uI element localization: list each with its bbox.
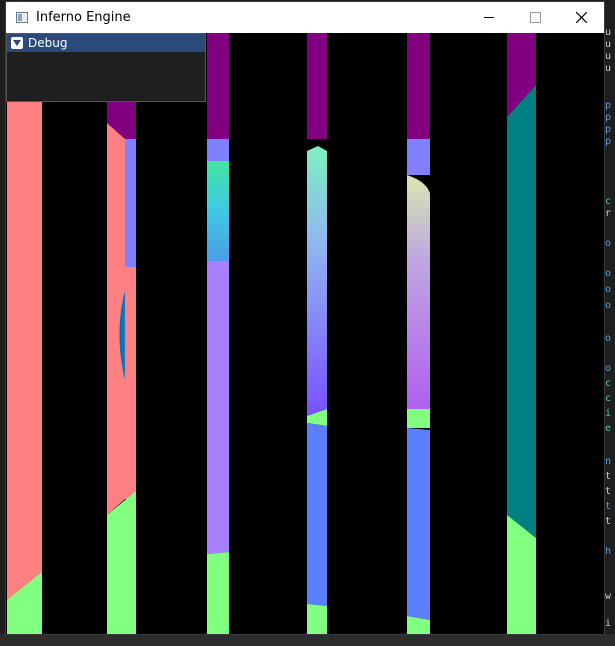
minimize-icon — [484, 17, 494, 18]
collapse-toggle[interactable] — [11, 37, 23, 49]
editor-fragment: p — [605, 100, 612, 111]
editor-fragment: w — [605, 591, 612, 602]
editor-fragment: p — [605, 124, 612, 135]
window-titlebar[interactable]: Inferno Engine — [6, 2, 604, 33]
editor-fragment: p — [605, 112, 612, 123]
minimize-button[interactable] — [466, 2, 512, 33]
engine-window: Inferno Engine Debug — [6, 2, 604, 634]
render-column-6 — [507, 33, 536, 634]
editor-fragment: i — [605, 618, 612, 629]
editor-fragment: o — [605, 268, 612, 279]
editor-fragment: p — [605, 136, 612, 147]
editor-fragment: c — [605, 378, 612, 389]
editor-fragment: c — [605, 393, 612, 404]
editor-fragment: c — [605, 196, 612, 207]
lavender-wall — [207, 261, 229, 554]
render-viewport[interactable]: Debug — [6, 33, 604, 634]
purple-ceiling — [307, 33, 327, 139]
editor-fragment: t — [605, 501, 612, 512]
debug-panel[interactable]: Debug — [6, 33, 206, 102]
editor-fragment: h — [605, 546, 612, 557]
maximize-button[interactable] — [512, 2, 558, 33]
render-column-4 — [307, 33, 327, 634]
render-column-1 — [7, 102, 42, 634]
cyan-sphere — [207, 161, 229, 261]
blue-wall — [407, 428, 430, 620]
editor-fragment: t — [605, 516, 612, 527]
editor-fragment: e — [605, 423, 612, 434]
editor-fragment: o — [605, 363, 612, 374]
debug-panel-header[interactable]: Debug — [7, 34, 205, 52]
blue-panel — [407, 139, 430, 175]
editor-fragment: u — [605, 63, 612, 74]
purple-ceiling — [207, 33, 229, 139]
editor-fragment: o — [605, 238, 612, 249]
render-scene — [7, 33, 536, 634]
gradient-sphere — [307, 146, 327, 416]
render-column-3 — [207, 33, 229, 634]
purple-ceiling — [407, 33, 430, 139]
green-band — [407, 409, 430, 428]
window-title: Inferno Engine — [36, 10, 131, 25]
render-column-2 — [107, 102, 136, 634]
maximize-icon — [530, 12, 541, 23]
blue-panel — [125, 139, 136, 267]
close-button[interactable] — [558, 2, 604, 33]
green-floor — [307, 604, 327, 634]
background-editor-statusbar — [0, 634, 615, 646]
editor-fragment: u — [605, 27, 612, 38]
app-window-icon — [16, 12, 28, 23]
gradient-sphere — [407, 175, 430, 409]
salmon-wall — [7, 102, 42, 634]
render-column-5 — [407, 33, 430, 634]
blue-wall — [307, 423, 327, 606]
debug-panel-title: Debug — [28, 36, 68, 50]
green-floor — [207, 552, 229, 634]
close-icon — [576, 12, 587, 23]
editor-fragment: n — [605, 456, 612, 467]
editor-fragment: o — [605, 284, 612, 295]
background-editor: u u u u p p p p c r o o o o o o c c i e … — [604, 0, 615, 646]
editor-fragment: u — [605, 39, 612, 50]
editor-fragment: r — [605, 208, 612, 219]
editor-fragment: t — [605, 486, 612, 497]
teal-wall — [507, 85, 536, 538]
triangle-down-icon — [13, 40, 21, 46]
editor-fragment: o — [605, 300, 612, 311]
salmon-wall — [125, 267, 136, 499]
green-floor — [107, 491, 136, 634]
editor-fragment: u — [605, 51, 612, 62]
editor-fragment: i — [605, 408, 612, 419]
editor-fragment: t — [605, 471, 612, 482]
editor-fragment: o — [605, 333, 612, 344]
